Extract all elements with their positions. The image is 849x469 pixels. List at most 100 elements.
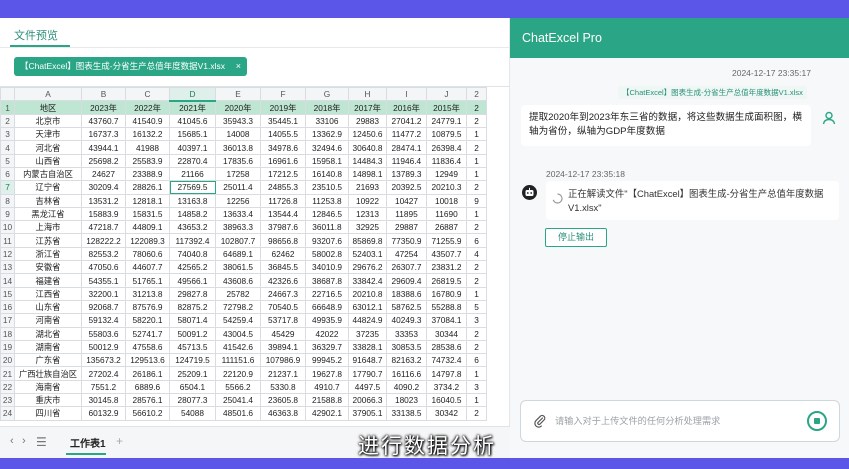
value-cell[interactable]: 17790.7 (348, 366, 387, 381)
region-cell[interactable]: 海南省 (14, 379, 82, 395)
value-cell[interactable]: 41045.6 (169, 113, 216, 129)
column-header[interactable]: I (386, 87, 427, 102)
value-cell[interactable]: 1 (466, 153, 487, 168)
value-cell[interactable]: 36329.7 (305, 339, 349, 355)
value-cell[interactable]: 28538.6 (426, 339, 467, 355)
value-cell[interactable]: 38061.5 (215, 260, 261, 275)
value-cell[interactable]: 12313 (348, 206, 387, 222)
value-cell[interactable]: 1 (466, 286, 487, 301)
value-cell[interactable]: 107986.9 (260, 353, 306, 368)
value-cell[interactable]: 82875.2 (169, 299, 216, 315)
region-cell[interactable]: 湖北省 (14, 326, 82, 341)
value-cell[interactable]: 21588.8 (305, 393, 349, 408)
value-cell[interactable]: 1 (466, 393, 487, 408)
value-cell[interactable]: 4 (466, 246, 487, 262)
value-cell[interactable]: 12846.5 (305, 206, 349, 222)
file-chip[interactable]: 【ChatExcel】图表生成-分省生产总值年度数据V1.xlsx × (14, 57, 247, 76)
value-cell[interactable]: 42902.1 (305, 406, 349, 421)
header-cell[interactable]: 2016年 (386, 100, 427, 115)
value-cell[interactable]: 28474.1 (386, 140, 427, 155)
value-cell[interactable]: 135673.2 (81, 353, 126, 368)
value-cell[interactable]: 26307.7 (386, 260, 427, 275)
value-cell[interactable]: 9 (466, 193, 487, 208)
value-cell[interactable]: 59132.4 (81, 313, 126, 328)
value-cell[interactable]: 2 (466, 326, 487, 341)
column-header[interactable]: A (14, 87, 82, 102)
value-cell[interactable]: 44809.1 (125, 220, 170, 235)
value-cell[interactable]: 47050.6 (81, 260, 126, 275)
value-cell[interactable]: 20066.3 (348, 393, 387, 408)
column-header[interactable]: G (305, 87, 349, 102)
row-number[interactable]: 14 (0, 273, 15, 288)
value-cell[interactable]: 53717.8 (260, 313, 306, 328)
value-cell[interactable]: 14858.2 (169, 206, 216, 222)
sheet-tab-1[interactable]: 工作表1 (70, 435, 106, 450)
value-cell[interactable]: 10427 (386, 193, 427, 208)
value-cell[interactable]: 43944.1 (81, 140, 126, 155)
column-header[interactable]: B (81, 87, 126, 102)
value-cell[interactable]: 29827.8 (169, 286, 216, 301)
value-cell[interactable]: 36013.8 (215, 140, 261, 155)
value-cell[interactable]: 52403.1 (348, 246, 387, 262)
value-cell[interactable]: 2 (466, 339, 487, 355)
value-cell[interactable]: 13544.4 (260, 206, 306, 222)
region-cell[interactable]: 河北省 (14, 140, 82, 155)
value-cell[interactable]: 49935.9 (305, 313, 349, 328)
value-cell[interactable]: 42326.6 (260, 273, 306, 288)
value-cell[interactable]: 15831.5 (125, 206, 170, 222)
row-number[interactable]: 18 (0, 326, 15, 341)
value-cell[interactable]: 5330.8 (260, 379, 306, 395)
value-cell[interactable]: 2 (466, 273, 487, 288)
value-cell[interactable]: 1 (466, 127, 487, 142)
referenced-file-chip[interactable]: 【ChatExcel】图表生成-分省生产总值年度数据V1.xlsx (618, 86, 807, 99)
value-cell[interactable]: 22716.5 (305, 286, 349, 301)
value-cell[interactable]: 13633.4 (215, 206, 261, 222)
value-cell[interactable]: 1 (466, 366, 487, 381)
value-cell[interactable]: 38687.8 (305, 273, 349, 288)
value-cell[interactable]: 29883 (348, 113, 387, 129)
value-cell[interactable]: 74732.4 (426, 353, 467, 368)
value-cell[interactable]: 4910.7 (305, 379, 349, 395)
region-cell[interactable]: 北京市 (14, 113, 82, 129)
value-cell[interactable]: 41988 (125, 140, 170, 155)
column-header[interactable]: 2 (466, 87, 487, 102)
column-header[interactable]: E (215, 87, 261, 102)
value-cell[interactable]: 13362.9 (305, 127, 349, 142)
add-sheet-button[interactable]: + (116, 434, 123, 448)
header-cell[interactable]: 2015年 (426, 100, 467, 115)
value-cell[interactable]: 45713.5 (169, 339, 216, 355)
value-cell[interactable]: 36845.5 (260, 260, 306, 275)
row-number[interactable]: 7 (0, 180, 15, 195)
row-number[interactable]: 17 (0, 313, 15, 328)
value-cell[interactable]: 20392.5 (386, 180, 427, 195)
value-cell[interactable]: 37905.1 (348, 406, 387, 421)
value-cell[interactable]: 2 (466, 260, 487, 275)
stop-output-button[interactable]: 停止输出 (545, 228, 607, 247)
value-cell[interactable]: 34978.6 (260, 140, 306, 155)
value-cell[interactable]: 25011.4 (215, 180, 261, 195)
value-cell[interactable]: 35943.3 (215, 113, 261, 129)
value-cell[interactable]: 11895 (386, 206, 427, 222)
value-cell[interactable]: 41540.9 (125, 113, 170, 129)
header-cell[interactable]: 2 (466, 100, 487, 115)
region-cell[interactable]: 上海市 (14, 220, 82, 235)
value-cell[interactable]: 29676.2 (348, 260, 387, 275)
value-cell[interactable]: 11726.8 (260, 193, 306, 208)
value-cell[interactable]: 21237.1 (260, 366, 306, 381)
value-cell[interactable]: 85869.8 (348, 233, 387, 248)
value-cell[interactable]: 30342 (426, 406, 467, 421)
region-cell[interactable]: 吉林省 (14, 193, 82, 208)
value-cell[interactable]: 37987.6 (260, 220, 306, 235)
header-cell[interactable]: 2019年 (260, 100, 306, 115)
value-cell[interactable]: 41542.6 (215, 339, 261, 355)
row-number[interactable]: 21 (0, 366, 15, 381)
value-cell[interactable]: 16040.5 (426, 393, 467, 408)
column-header[interactable]: C (125, 87, 170, 102)
value-cell[interactable]: 23510.5 (305, 180, 349, 195)
value-cell[interactable]: 11477.2 (386, 127, 427, 142)
header-cell[interactable]: 2020年 (215, 100, 261, 115)
value-cell[interactable]: 38963.3 (215, 220, 261, 235)
value-cell[interactable]: 50091.2 (169, 326, 216, 341)
close-icon[interactable]: × (236, 57, 241, 76)
value-cell[interactable]: 27202.4 (81, 366, 126, 381)
